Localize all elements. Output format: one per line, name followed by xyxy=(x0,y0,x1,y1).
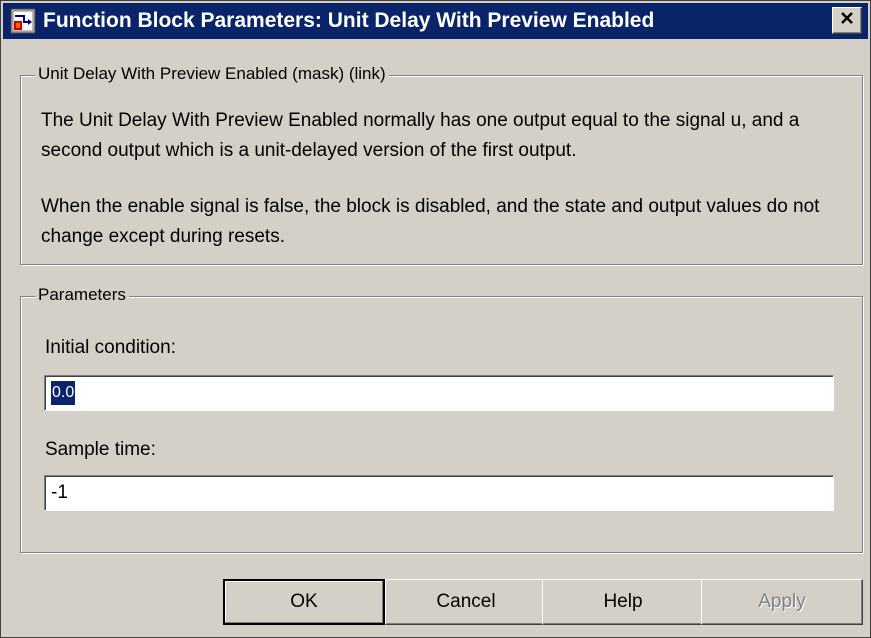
apply-button[interactable]: Apply xyxy=(701,579,863,625)
initial-condition-label: Initial condition: xyxy=(45,337,176,358)
initial-condition-field[interactable] xyxy=(44,375,834,411)
close-button[interactable] xyxy=(832,7,862,34)
description-group-legend: Unit Delay With Preview Enabled (mask) (… xyxy=(35,64,389,84)
help-button[interactable]: Help xyxy=(542,579,704,625)
parameters-group-legend: Parameters xyxy=(35,285,129,305)
dialog-window: Function Block Parameters: Unit Delay Wi… xyxy=(0,0,871,638)
simulink-block-icon xyxy=(9,7,37,35)
sample-time-field[interactable] xyxy=(44,475,834,511)
description-group: Unit Delay With Preview Enabled (mask) (… xyxy=(20,64,863,265)
window-title: Function Block Parameters: Unit Delay Wi… xyxy=(43,9,655,32)
ok-button[interactable]: OK xyxy=(223,579,385,625)
description-paragraph-1: The Unit Delay With Preview Enabled norm… xyxy=(41,110,800,161)
parameters-group: Parameters Initial condition: 0.0 Sample… xyxy=(20,285,863,553)
cancel-button[interactable]: Cancel xyxy=(385,579,547,625)
close-icon xyxy=(839,10,855,31)
description-paragraph-2: When the enable signal is false, the blo… xyxy=(41,196,820,247)
title-bar[interactable]: Function Block Parameters: Unit Delay Wi… xyxy=(3,3,868,39)
sample-time-label: Sample time: xyxy=(45,439,156,460)
